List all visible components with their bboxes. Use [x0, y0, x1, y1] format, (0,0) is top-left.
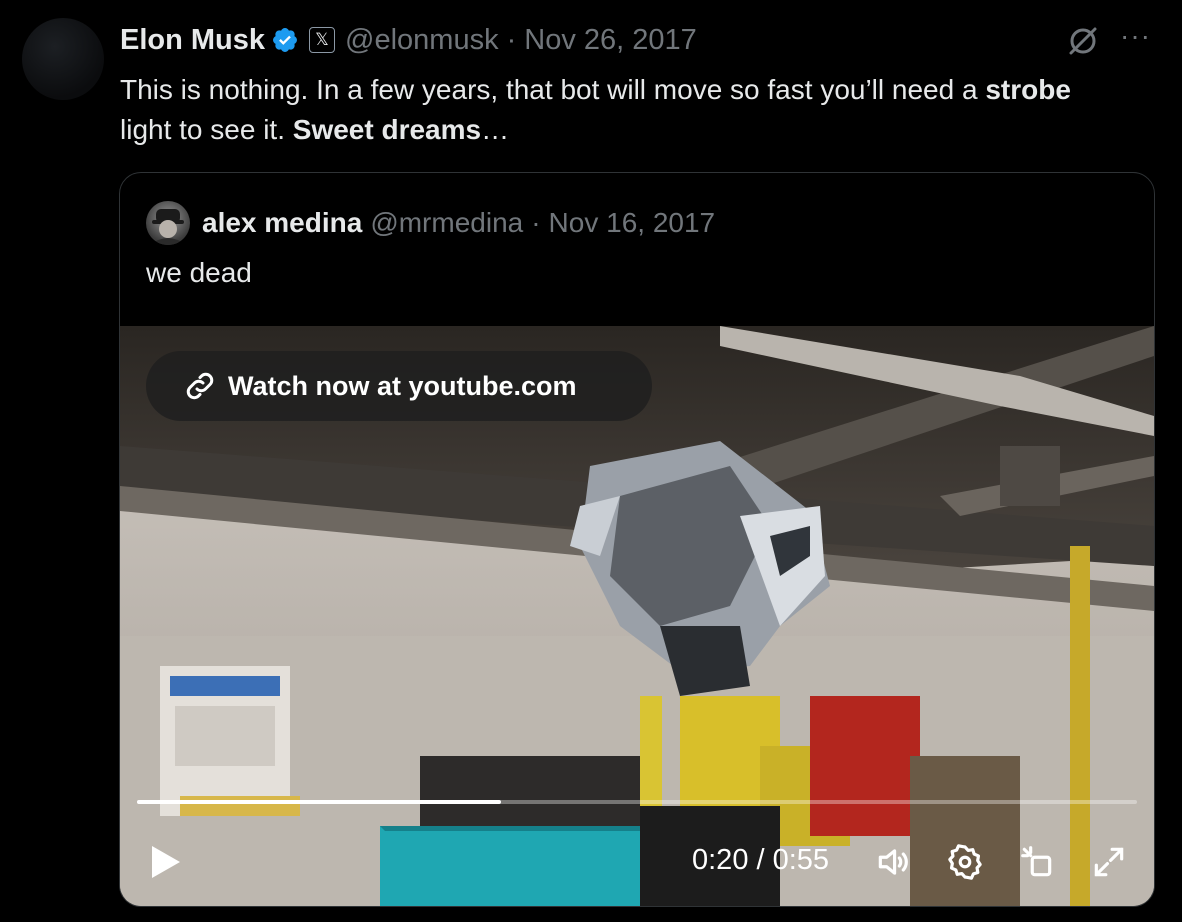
quoted-tweet[interactable]: alex medina @mrmedina · Nov 16, 2017 we …: [119, 172, 1155, 907]
fullscreen-icon[interactable]: [1090, 843, 1128, 881]
play-icon[interactable]: [150, 844, 182, 880]
grok-icon[interactable]: [1066, 24, 1100, 58]
tweet-text-bold2: Sweet dreams: [292, 114, 482, 145]
tweet-text-part3: …: [481, 114, 510, 145]
author-handle[interactable]: @elonmusk: [345, 24, 499, 57]
quote-author-name[interactable]: alex medina: [202, 207, 362, 239]
header-separator: ·: [506, 23, 517, 56]
quote-header: alex medina @mrmedina · Nov 16, 2017: [146, 201, 715, 245]
video-progress-bar[interactable]: [137, 800, 1137, 804]
author-avatar[interactable]: [22, 18, 104, 100]
video-player[interactable]: Watch now at youtube.com 0:20 / 0:55: [120, 326, 1154, 906]
tweet-date[interactable]: Nov 26, 2017: [524, 24, 697, 57]
quote-author-handle[interactable]: @mrmedina: [370, 207, 523, 239]
settings-icon[interactable]: [946, 843, 984, 881]
watch-on-youtube-button[interactable]: Watch now at youtube.com: [146, 351, 652, 421]
quote-header-separator: ·: [531, 207, 541, 238]
verified-badge-icon: [273, 28, 297, 52]
more-options-icon[interactable]: ···: [1120, 20, 1151, 52]
video-controls: 0:20 / 0:55: [120, 826, 1154, 896]
video-time: 0:20 / 0:55: [692, 844, 830, 876]
pip-icon[interactable]: [1018, 843, 1056, 881]
quote-date[interactable]: Nov 16, 2017: [549, 207, 716, 239]
volume-icon[interactable]: [874, 843, 912, 881]
author-name[interactable]: Elon Musk: [120, 24, 265, 57]
tweet-text-part1: This is nothing. In a few years, that bo…: [120, 74, 986, 105]
tweet-text-part2: light to see it.: [120, 114, 293, 145]
tweet-header: Elon Musk 𝕏 @elonmusk · Nov 26, 2017: [120, 20, 697, 60]
tweet-text-bold1: strobe: [985, 74, 1071, 105]
video-progress-fill: [137, 800, 501, 804]
link-icon: [186, 372, 214, 400]
watch-on-youtube-label: Watch now at youtube.com: [228, 370, 577, 401]
quote-text: we dead: [146, 257, 252, 288]
quote-avatar[interactable]: [146, 201, 190, 245]
x-affiliation-icon[interactable]: 𝕏: [309, 27, 336, 53]
tweet-text: This is nothing. In a few years, that bo…: [120, 70, 1130, 150]
